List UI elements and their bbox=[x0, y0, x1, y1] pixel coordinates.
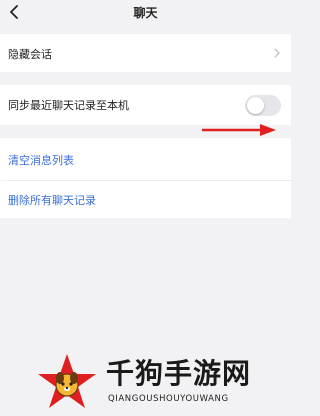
hidden-chats-row[interactable]: 隐藏会话 bbox=[0, 34, 291, 72]
hidden-chats-label: 隐藏会话 bbox=[8, 48, 52, 61]
watermark: 千狗手游网 QIANGOUSHOUYOUWANG bbox=[28, 348, 291, 416]
star-dog-mascot-icon bbox=[38, 354, 96, 408]
clear-list-link[interactable]: 清空消息列表 bbox=[8, 152, 74, 168]
delete-all-link[interactable]: 删除所有聊天记录 bbox=[8, 192, 96, 208]
delete-all-row[interactable]: 删除所有聊天记录 bbox=[0, 181, 291, 218]
watermark-subtitle: QIANGOUSHOUYOUWANG bbox=[108, 394, 229, 404]
red-arrow-icon bbox=[202, 124, 276, 136]
toggle-knob bbox=[247, 97, 264, 114]
sync-recent-label: 同步最近聊天记录至本机 bbox=[8, 99, 129, 112]
watermark-title: 千狗手游网 bbox=[106, 357, 252, 390]
page-title: 聊天 bbox=[133, 6, 158, 20]
sync-recent-toggle[interactable] bbox=[245, 95, 281, 116]
sync-recent-row: 同步最近聊天记录至本机 bbox=[0, 85, 291, 125]
clear-list-row[interactable]: 清空消息列表 bbox=[0, 138, 291, 180]
nav-bar: 聊天 bbox=[0, 0, 291, 30]
chevron-right-icon bbox=[274, 48, 280, 58]
